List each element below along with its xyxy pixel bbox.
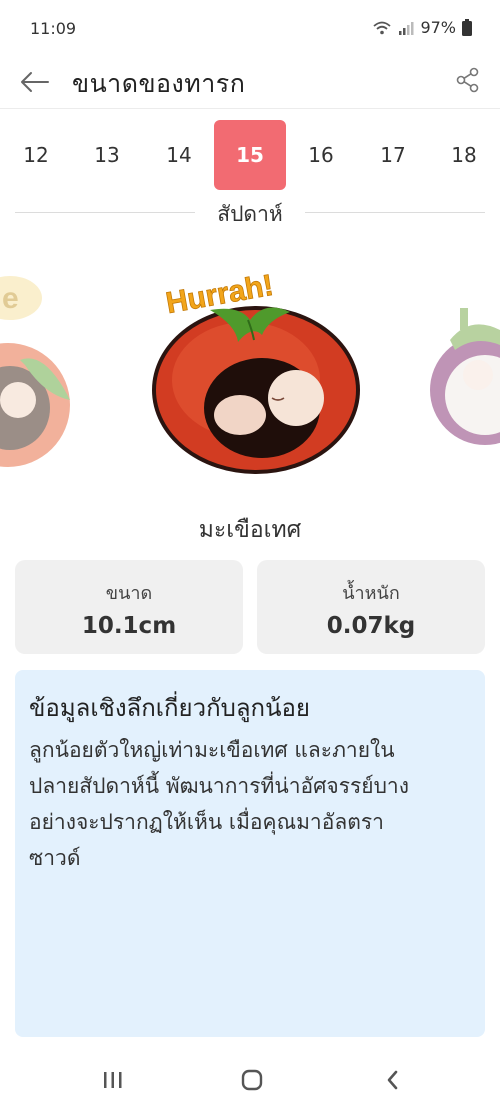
weight-card: น้ำหนัก 0.07kg bbox=[257, 560, 485, 654]
arrow-left-icon bbox=[21, 72, 49, 92]
week-item-13[interactable]: 13 bbox=[71, 120, 143, 190]
status-icons: 97% bbox=[372, 18, 472, 37]
week-item-16[interactable]: 16 bbox=[285, 120, 357, 190]
home-icon bbox=[241, 1069, 263, 1091]
signal-icon bbox=[399, 21, 414, 35]
system-nav-bar bbox=[0, 1050, 500, 1111]
size-value: 10.1cm bbox=[81, 613, 177, 639]
chevron-left-icon bbox=[387, 1070, 398, 1090]
home-button[interactable] bbox=[227, 1062, 277, 1098]
status-bar: 11:09 97% bbox=[0, 0, 500, 56]
wifi-icon bbox=[373, 21, 392, 34]
fruit-name: มะเขือเทศ bbox=[198, 517, 302, 543]
week-selector: 12 13 14 15 16 17 18 bbox=[0, 120, 500, 192]
recent-apps-icon bbox=[104, 1072, 122, 1088]
insight-line: อย่างจะปรากฏให้เห็น เมื่อคุณมาอัลตรา bbox=[29, 810, 384, 834]
page-title: ขนาดของทารก bbox=[72, 69, 246, 98]
carousel-svg: e Hurrah! bbox=[0, 268, 500, 474]
week-caption: สัปดาห์ bbox=[217, 202, 283, 226]
battery-icon bbox=[462, 19, 472, 36]
week-item-12[interactable]: 12 bbox=[0, 120, 72, 190]
previous-fruit-illustration: e bbox=[0, 276, 70, 467]
back-button[interactable] bbox=[16, 64, 52, 100]
status-time: 11:09 bbox=[30, 19, 77, 38]
insight-line: ซาวด์ bbox=[29, 846, 81, 870]
week-item-14[interactable]: 14 bbox=[143, 120, 215, 190]
app-bar: ขนาดของทารก bbox=[0, 56, 500, 109]
fruit-carousel[interactable]: e Hurrah! bbox=[0, 250, 500, 500]
system-back-button[interactable] bbox=[368, 1062, 418, 1098]
insight-line: ลูกน้อยตัวใหญ่เท่ามะเขือเทศ และภายใน bbox=[29, 738, 395, 762]
insight-line: ปลายสัปดาห์นี้ พัฒนาการที่น่าอัศจรรย์บาง bbox=[29, 774, 409, 798]
insight-title: ข้อมูลเชิงลึกเกี่ยวกับลูกน้อย bbox=[29, 694, 310, 722]
size-label: ขนาด bbox=[105, 583, 153, 604]
next-fruit-illustration bbox=[430, 308, 500, 445]
share-icon bbox=[456, 67, 479, 93]
battery-percent: 97% bbox=[420, 18, 456, 37]
size-card: ขนาด 10.1cm bbox=[15, 560, 243, 654]
weight-label: น้ำหนัก bbox=[342, 583, 400, 604]
insight-card: ข้อมูลเชิงลึกเกี่ยวกับลูกน้อย ลูกน้อยตัว… bbox=[15, 670, 485, 1037]
insight-body: ลูกน้อยตัวใหญ่เท่ามะเขือเทศ และภายใน ปลา… bbox=[29, 732, 474, 876]
recent-apps-button[interactable] bbox=[88, 1062, 138, 1098]
tomato-illustration bbox=[152, 306, 360, 474]
previous-banner-text: e bbox=[2, 282, 19, 315]
weight-value: 0.07kg bbox=[326, 613, 416, 639]
week-item-18[interactable]: 18 bbox=[428, 120, 500, 190]
week-item-15-selected[interactable]: 15 bbox=[214, 120, 286, 190]
week-item-17[interactable]: 17 bbox=[357, 120, 429, 190]
share-button[interactable] bbox=[450, 62, 486, 98]
